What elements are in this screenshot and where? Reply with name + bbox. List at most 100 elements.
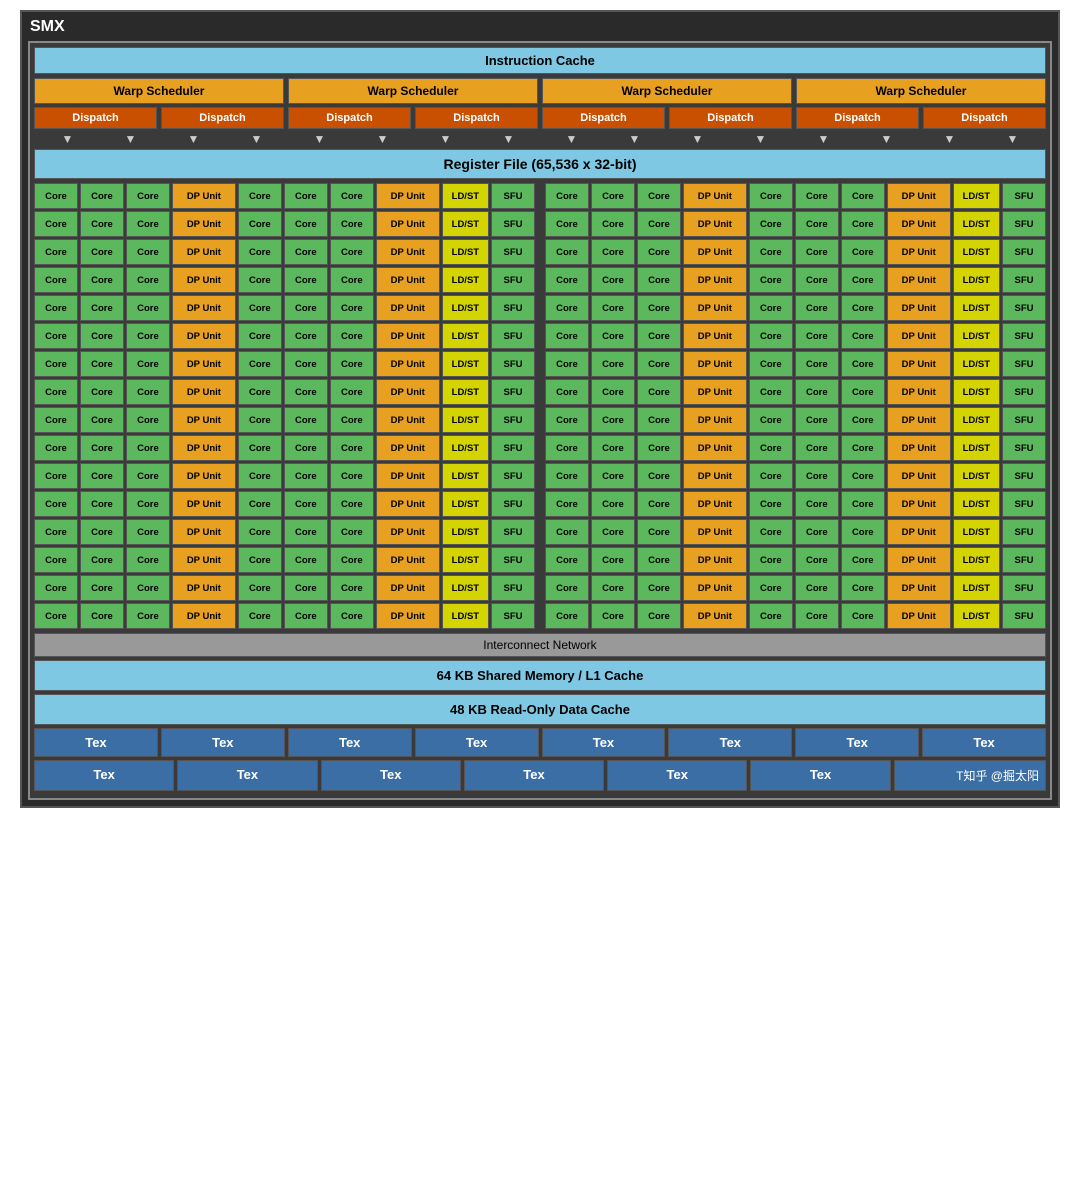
row-4-cell-11: Core bbox=[545, 267, 589, 293]
row-6-cell-5: Core bbox=[238, 323, 282, 349]
row-10-cell-19: LD/ST bbox=[953, 435, 1000, 461]
tex-row-2: Tex Tex Tex Tex Tex Tex T知乎 @掘太阳 bbox=[34, 760, 1046, 791]
row-15-cell-3: Core bbox=[126, 575, 170, 601]
row-14-cell-5: Core bbox=[238, 547, 282, 573]
row-16-cell-3: Core bbox=[126, 603, 170, 629]
row-8-cell-18: DP Unit bbox=[887, 379, 951, 405]
row-2-cell-10: SFU bbox=[491, 211, 535, 237]
row-13-cell-9: LD/ST bbox=[442, 519, 489, 545]
arrow-9: ▼ bbox=[540, 132, 603, 146]
tex-1-6: Tex bbox=[668, 728, 792, 757]
row-4-cell-12: Core bbox=[591, 267, 635, 293]
row-3-spacer bbox=[537, 239, 543, 265]
tex-2-4: Tex bbox=[464, 760, 604, 791]
row-4-cell-20: SFU bbox=[1002, 267, 1046, 293]
row-9-cell-8: DP Unit bbox=[376, 407, 440, 433]
row-4-cell-6: Core bbox=[284, 267, 328, 293]
row-1-cell-19: LD/ST bbox=[953, 183, 1000, 209]
row-10-cell-12: Core bbox=[591, 435, 635, 461]
row-12-cell-5: Core bbox=[238, 491, 282, 517]
register-file: Register File (65,536 x 32-bit) bbox=[34, 149, 1046, 179]
row-16-cell-1: Core bbox=[34, 603, 78, 629]
row-5-cell-1: Core bbox=[34, 295, 78, 321]
row-14-cell-19: LD/ST bbox=[953, 547, 1000, 573]
row-5-cell-4: DP Unit bbox=[172, 295, 236, 321]
row-10-cell-18: DP Unit bbox=[887, 435, 951, 461]
row-10-cell-5: Core bbox=[238, 435, 282, 461]
row-15-cell-19: LD/ST bbox=[953, 575, 1000, 601]
row-14-cell-10: SFU bbox=[491, 547, 535, 573]
row-7-cell-18: DP Unit bbox=[887, 351, 951, 377]
row-9-cell-18: DP Unit bbox=[887, 407, 951, 433]
row-11-spacer bbox=[537, 463, 543, 489]
row-1-cell-17: Core bbox=[841, 183, 885, 209]
row-13-spacer bbox=[537, 519, 543, 545]
core-row-7: CoreCoreCoreDP UnitCoreCoreCoreDP UnitLD… bbox=[34, 351, 1046, 377]
row-8-cell-6: Core bbox=[284, 379, 328, 405]
row-12-cell-1: Core bbox=[34, 491, 78, 517]
tex-2-1: Tex bbox=[34, 760, 174, 791]
row-10-cell-6: Core bbox=[284, 435, 328, 461]
row-2-cell-2: Core bbox=[80, 211, 124, 237]
row-15-cell-2: Core bbox=[80, 575, 124, 601]
tex-2-2: Tex bbox=[177, 760, 317, 791]
row-12-cell-16: Core bbox=[795, 491, 839, 517]
row-3-cell-10: SFU bbox=[491, 239, 535, 265]
row-1-cell-15: Core bbox=[749, 183, 793, 209]
arrow-5: ▼ bbox=[288, 132, 351, 146]
row-7-cell-1: Core bbox=[34, 351, 78, 377]
row-10-cell-15: Core bbox=[749, 435, 793, 461]
row-16-cell-8: DP Unit bbox=[376, 603, 440, 629]
row-6-cell-11: Core bbox=[545, 323, 589, 349]
row-16-cell-5: Core bbox=[238, 603, 282, 629]
row-5-cell-13: Core bbox=[637, 295, 681, 321]
row-6-spacer bbox=[537, 323, 543, 349]
row-16-cell-9: LD/ST bbox=[442, 603, 489, 629]
row-7-cell-20: SFU bbox=[1002, 351, 1046, 377]
row-12-cell-8: DP Unit bbox=[376, 491, 440, 517]
row-16-cell-6: Core bbox=[284, 603, 328, 629]
shared-memory: 64 KB Shared Memory / L1 Cache bbox=[34, 660, 1046, 691]
row-10-cell-7: Core bbox=[330, 435, 374, 461]
row-4-cell-7: Core bbox=[330, 267, 374, 293]
row-7-cell-13: Core bbox=[637, 351, 681, 377]
tex-row-1: Tex Tex Tex Tex Tex Tex Tex Tex bbox=[34, 728, 1046, 757]
core-row-8: CoreCoreCoreDP UnitCoreCoreCoreDP UnitLD… bbox=[34, 379, 1046, 405]
tex-1-1: Tex bbox=[34, 728, 158, 757]
row-14-cell-3: Core bbox=[126, 547, 170, 573]
row-8-cell-10: SFU bbox=[491, 379, 535, 405]
dispatch-3: Dispatch bbox=[288, 107, 411, 129]
row-3-cell-9: LD/ST bbox=[442, 239, 489, 265]
row-9-cell-17: Core bbox=[841, 407, 885, 433]
tex-2-5: Tex bbox=[607, 760, 747, 791]
core-row-2: CoreCoreCoreDP UnitCoreCoreCoreDP UnitLD… bbox=[34, 211, 1046, 237]
row-3-cell-3: Core bbox=[126, 239, 170, 265]
arrow-3: ▼ bbox=[162, 132, 225, 146]
row-2-cell-11: Core bbox=[545, 211, 589, 237]
row-16-spacer bbox=[537, 603, 543, 629]
row-13-cell-4: DP Unit bbox=[172, 519, 236, 545]
row-3-cell-8: DP Unit bbox=[376, 239, 440, 265]
row-12-cell-3: Core bbox=[126, 491, 170, 517]
row-12-cell-15: Core bbox=[749, 491, 793, 517]
arrow-4: ▼ bbox=[225, 132, 288, 146]
smx-diagram: SMX Instruction Cache Warp Scheduler War… bbox=[20, 10, 1060, 808]
row-1-cell-11: Core bbox=[545, 183, 589, 209]
row-4-cell-17: Core bbox=[841, 267, 885, 293]
row-2-spacer bbox=[537, 211, 543, 237]
row-12-cell-9: LD/ST bbox=[442, 491, 489, 517]
row-9-cell-5: Core bbox=[238, 407, 282, 433]
row-11-cell-2: Core bbox=[80, 463, 124, 489]
row-11-cell-5: Core bbox=[238, 463, 282, 489]
row-15-cell-7: Core bbox=[330, 575, 374, 601]
row-15-cell-18: DP Unit bbox=[887, 575, 951, 601]
row-16-cell-15: Core bbox=[749, 603, 793, 629]
row-15-cell-14: DP Unit bbox=[683, 575, 747, 601]
arrow-1: ▼ bbox=[36, 132, 99, 146]
row-14-cell-1: Core bbox=[34, 547, 78, 573]
warp-scheduler-1: Warp Scheduler bbox=[34, 78, 284, 104]
row-9-cell-7: Core bbox=[330, 407, 374, 433]
row-10-cell-9: LD/ST bbox=[442, 435, 489, 461]
arrow-15: ▼ bbox=[918, 132, 981, 146]
row-14-spacer bbox=[537, 547, 543, 573]
